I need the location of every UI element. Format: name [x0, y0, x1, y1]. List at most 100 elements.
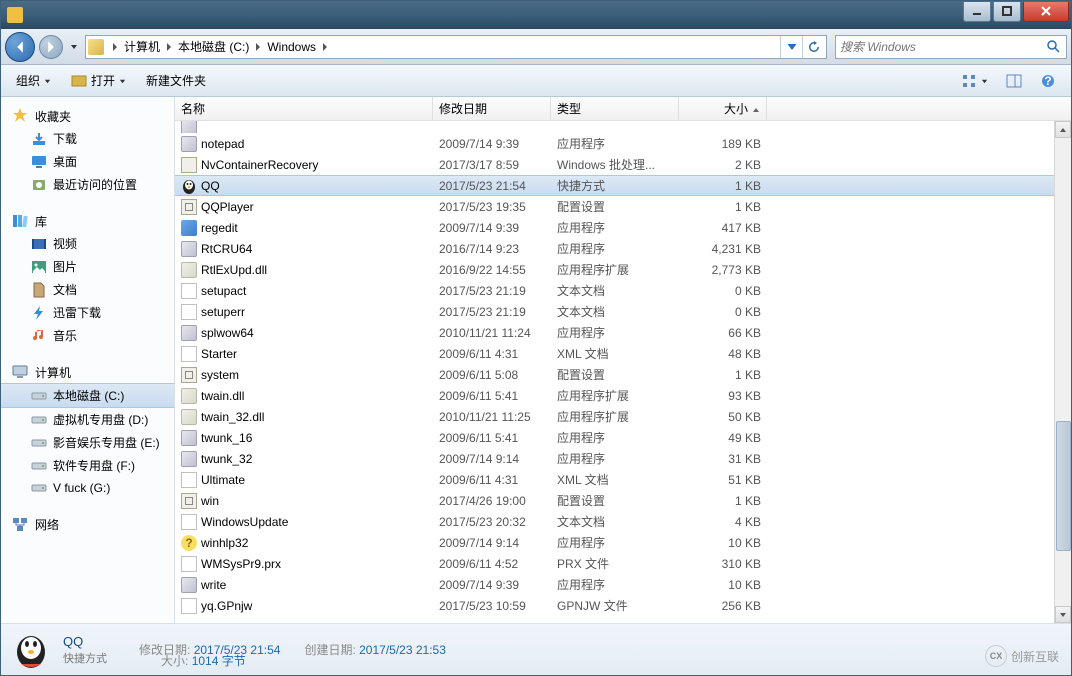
address-dropdown[interactable] [780, 36, 802, 58]
view-options[interactable] [952, 69, 997, 93]
file-size: 310 KB [679, 557, 767, 571]
breadcrumb-folder[interactable]: Windows [265, 40, 318, 54]
file-row[interactable]: WindowsUpdate2017/5/23 20:32文本文档4 KB [175, 511, 1071, 532]
file-row[interactable]: win2017/4/26 19:00配置设置1 KB [175, 490, 1071, 511]
toolbar: 组织 打开 新建文件夹 ? [1, 65, 1071, 97]
file-row[interactable]: RtCRU642016/7/14 9:23应用程序4,231 KB [175, 238, 1071, 259]
navigation-pane[interactable]: 收藏夹下载桌面最近访问的位置 库视频图片文档迅雷下载音乐 计算机本地磁盘 (C:… [1, 97, 175, 623]
preview-pane-toggle[interactable] [997, 69, 1031, 93]
file-date: 2009/6/11 4:31 [433, 347, 551, 361]
file-name: setupact [175, 283, 433, 299]
sidebar-item[interactable]: 文档 [1, 278, 174, 301]
breadcrumb-separator[interactable] [108, 37, 122, 57]
breadcrumb-separator[interactable] [251, 37, 265, 57]
file-date: 2009/6/11 4:31 [433, 473, 551, 487]
column-size[interactable]: 大小 [679, 97, 767, 120]
breadcrumb-drive[interactable]: 本地磁盘 (C:) [176, 38, 251, 55]
sidebar-item[interactable]: 下载 [1, 127, 174, 150]
file-type: 配置设置 [551, 366, 679, 383]
file-row[interactable]: setupact2017/5/23 21:19文本文档0 KB [175, 280, 1071, 301]
file-row[interactable]: write2009/7/14 9:39应用程序10 KB [175, 574, 1071, 595]
scroll-up[interactable] [1055, 121, 1071, 138]
column-name[interactable]: 名称 [175, 97, 433, 120]
file-row[interactable]: system2009/6/11 5:08配置设置1 KB [175, 364, 1071, 385]
file-name: ?winhlp32 [175, 535, 433, 551]
column-date[interactable]: 修改日期 [433, 97, 551, 120]
music-icon [31, 328, 47, 344]
file-row[interactable]: twunk_322009/7/14 9:14应用程序31 KB [175, 448, 1071, 469]
breadcrumb-separator[interactable] [162, 37, 176, 57]
sidebar-item[interactable]: 最近访问的位置 [1, 173, 174, 196]
search-box[interactable] [835, 35, 1067, 59]
file-row[interactable]: ?winhlp322009/7/14 9:14应用程序10 KB [175, 532, 1071, 553]
sidebar-group-header[interactable]: 收藏夹 [1, 105, 174, 127]
file-date: 2017/5/23 21:19 [433, 284, 551, 298]
file-type: 文本文档 [551, 282, 679, 299]
new-folder-button[interactable]: 新建文件夹 [137, 68, 215, 93]
sidebar-item[interactable]: 音乐 [1, 324, 174, 347]
file-type: 应用程序扩展 [551, 408, 679, 425]
file-row[interactable]: twain_32.dll2010/11/21 11:25应用程序扩展50 KB [175, 406, 1071, 427]
sidebar-item[interactable]: 本地磁盘 (C:) [1, 383, 174, 408]
sidebar-group-header[interactable]: 库 [1, 210, 174, 232]
file-name: win [175, 493, 433, 509]
organize-menu[interactable]: 组织 [7, 68, 60, 93]
sidebar-item[interactable]: 软件专用盘 (F:) [1, 454, 174, 477]
file-size: 2,773 KB [679, 263, 767, 277]
file-row[interactable]: WMSysPr9.prx2009/6/11 4:52PRX 文件310 KB [175, 553, 1071, 574]
sidebar-item[interactable]: 视频 [1, 232, 174, 255]
file-type: 应用程序 [551, 324, 679, 341]
file-row[interactable]: QQPlayer2017/5/23 19:35配置设置1 KB [175, 196, 1071, 217]
file-date: 2009/7/14 9:39 [433, 221, 551, 235]
sidebar-item[interactable]: 影音娱乐专用盘 (E:) [1, 431, 174, 454]
sidebar-item[interactable]: V fuck (G:) [1, 477, 174, 499]
sidebar-group-header[interactable]: 网络 [1, 513, 174, 535]
file-row[interactable]: notepad2009/7/14 9:39应用程序189 KB [175, 133, 1071, 154]
forward-button[interactable] [39, 35, 63, 59]
search-input[interactable] [840, 40, 1046, 54]
address-bar[interactable]: 计算机 本地磁盘 (C:) Windows [85, 35, 827, 59]
file-row[interactable]: regedit2009/7/14 9:39应用程序417 KB [175, 217, 1071, 238]
file-row[interactable]: twain.dll2009/6/11 5:41应用程序扩展93 KB [175, 385, 1071, 406]
file-row[interactable]: RtlExUpd.dll2016/9/22 14:55应用程序扩展2,773 K… [175, 259, 1071, 280]
file-row[interactable]: yq.GPnjw2017/5/23 10:59GPNJW 文件256 KB [175, 595, 1071, 616]
breadcrumb-separator[interactable] [318, 37, 332, 57]
drive-icon [31, 435, 47, 451]
open-button[interactable]: 打开 [62, 68, 135, 93]
file-size: 2 KB [679, 158, 767, 172]
titlebar[interactable] [1, 1, 1071, 29]
scrollbar[interactable] [1054, 121, 1071, 623]
file-row[interactable]: setuperr2017/5/23 21:19文本文档0 KB [175, 301, 1071, 322]
close-button[interactable] [1023, 2, 1069, 22]
sidebar-group-header[interactable]: 计算机 [1, 361, 174, 383]
sidebar-item[interactable]: 图片 [1, 255, 174, 278]
file-date: 2009/6/11 5:41 [433, 431, 551, 445]
help-button[interactable]: ? [1031, 69, 1065, 93]
file-row[interactable] [175, 121, 1071, 133]
sidebar-item[interactable]: 虚拟机专用盘 (D:) [1, 408, 174, 431]
file-name: twunk_32 [175, 451, 433, 467]
history-dropdown[interactable] [67, 36, 81, 58]
column-type[interactable]: 类型 [551, 97, 679, 120]
file-type: 快捷方式 [551, 177, 679, 194]
sidebar-item[interactable]: 桌面 [1, 150, 174, 173]
scroll-thumb[interactable] [1056, 421, 1071, 551]
file-row[interactable]: NvContainerRecovery2017/3/17 8:59Windows… [175, 154, 1071, 175]
maximize-button[interactable] [993, 2, 1021, 22]
file-row[interactable]: Starter2009/6/11 4:31XML 文档48 KB [175, 343, 1071, 364]
file-row[interactable]: twunk_162009/6/11 5:41应用程序49 KB [175, 427, 1071, 448]
drive-icon [31, 388, 47, 404]
refresh-button[interactable] [802, 36, 824, 58]
file-row[interactable]: Ultimate2009/6/11 4:31XML 文档51 KB [175, 469, 1071, 490]
breadcrumb-computer[interactable]: 计算机 [122, 38, 162, 55]
minimize-button[interactable] [963, 2, 991, 22]
drive-icon [31, 458, 47, 474]
scroll-down[interactable] [1055, 606, 1071, 623]
file-row[interactable]: QQ2017/5/23 21:54快捷方式1 KB [175, 175, 1071, 196]
file-row[interactable]: splwow642010/11/21 11:24应用程序66 KB [175, 322, 1071, 343]
file-type: 应用程序 [551, 576, 679, 593]
file-name: system [175, 367, 433, 383]
back-button[interactable] [5, 32, 35, 62]
file-type: 应用程序扩展 [551, 261, 679, 278]
sidebar-item[interactable]: 迅雷下载 [1, 301, 174, 324]
